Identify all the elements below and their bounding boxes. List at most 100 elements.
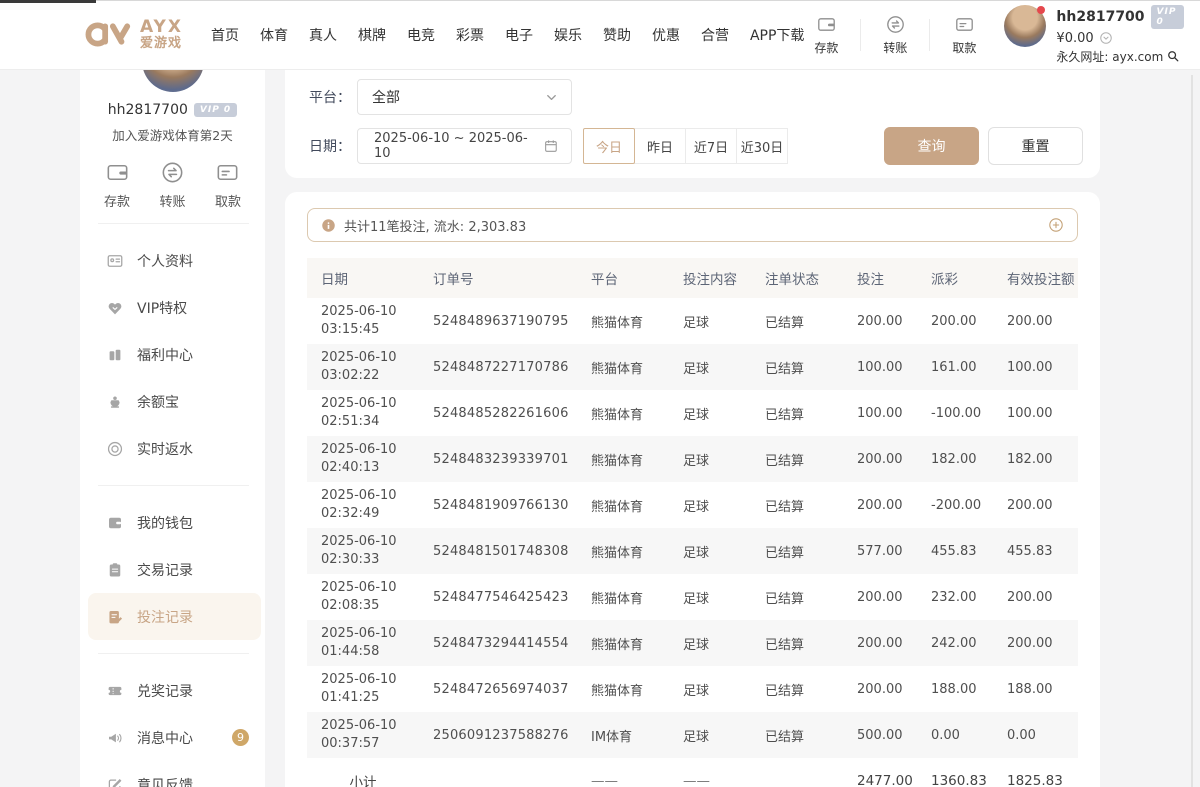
sidebar-item-个人资料[interactable]: 个人资料 <box>80 237 265 284</box>
chevron-down-icon <box>544 90 559 105</box>
nav-item-娱乐[interactable]: 娱乐 <box>554 25 582 45</box>
sidebar-action-转账[interactable]: 转账 <box>159 160 185 210</box>
cell-payout: 161.00 <box>917 360 993 375</box>
sidebar-item-label: 余额宝 <box>137 392 179 412</box>
header-right: 存款转账取款 hh2817700 VIP 0 ¥0.00 <box>804 5 1200 65</box>
filter-panel: 平台： 全部 日期： 2025-06-10 ~ 2025-06-10 今日昨日近… <box>285 70 1100 178</box>
sidebar-action-取款[interactable]: 取款 <box>215 160 241 210</box>
sidebar-wallet-actions: 存款 转账取款 <box>104 160 241 210</box>
welfare-icon <box>106 346 124 364</box>
messages-icon <box>106 729 124 747</box>
expand-icon[interactable] <box>1048 217 1064 233</box>
sidebar-item-余额宝[interactable]: 余额宝 <box>80 378 265 425</box>
sidebar-avatar[interactable] <box>142 70 204 92</box>
action-label: 存款 <box>814 39 838 56</box>
range-button-昨日[interactable]: 昨日 <box>634 128 686 164</box>
nav-item-优惠[interactable]: 优惠 <box>652 25 680 45</box>
main-nav: 首页 体育 真人 棋牌 电竞 彩票 电子 娱乐 赞助 优惠 合营 APP下载 <box>211 25 804 45</box>
cell-status: 已结算 <box>751 496 843 515</box>
action-label: 转账 <box>883 39 907 56</box>
time-line: 02:30:33 <box>321 551 419 569</box>
balance-refresh-icon[interactable] <box>1099 31 1113 45</box>
header-quick-actions: 存款 转账 取款 <box>804 14 986 56</box>
cell-status: 已结算 <box>751 358 843 377</box>
header-action-转账[interactable]: 转账 <box>873 14 917 56</box>
cell-bet: 200.00 <box>843 498 917 513</box>
cell-status: 已结算 <box>751 542 843 561</box>
date-line: 2025-06-10 <box>321 349 419 367</box>
cell-order-number: 5248483239339701 <box>419 452 577 467</box>
cell-payout: -100.00 <box>917 406 993 421</box>
action-label: 存款 <box>104 191 130 210</box>
cell-order-number: 5248472656974037 <box>419 682 577 697</box>
nav-item-电子[interactable]: 电子 <box>505 25 533 45</box>
sidebar-item-label: 消息中心 <box>137 728 193 748</box>
date-line: 2025-06-10 <box>321 441 419 459</box>
sidebar-item-label: 个人资料 <box>137 251 193 271</box>
sidebar-item-兑奖记录[interactable]: 兑奖记录 <box>80 667 265 714</box>
cell-status: 已结算 <box>751 634 843 653</box>
brand-logo[interactable]: AYX 爱游戏 <box>85 19 183 50</box>
nav-item-真人[interactable]: 真人 <box>309 25 337 45</box>
cell-status: 已结算 <box>751 404 843 423</box>
sidebar-item-交易记录[interactable]: 交易记录 <box>80 546 265 593</box>
column-header-平台: 平台 <box>577 268 669 288</box>
divider <box>98 223 249 224</box>
range-button-今日[interactable]: 今日 <box>583 128 635 164</box>
sidebar-action-存款[interactable]: 存款 <box>104 160 130 210</box>
sidebar-item-实时返水[interactable]: 实时返水 <box>80 425 265 472</box>
range-button-近30日[interactable]: 近30日 <box>736 128 788 164</box>
date-line: 2025-06-10 <box>321 395 419 413</box>
sidebar-item-福利中心[interactable]: 福利中心 <box>80 331 265 378</box>
sidebar-item-我的钱包[interactable]: 我的钱包 <box>80 499 265 546</box>
cell-date: 2025-06-1001:41:25 <box>307 671 419 706</box>
yuebao-icon <box>106 393 124 411</box>
calendar-icon[interactable] <box>543 138 559 154</box>
cell-date: 2025-06-1002:08:35 <box>307 579 419 614</box>
header-action-取款[interactable]: 取款 <box>942 14 986 56</box>
nav-item-赞助[interactable]: 赞助 <box>603 25 631 45</box>
nav-item-棋牌[interactable]: 棋牌 <box>358 25 386 45</box>
nav-item-合营[interactable]: 合营 <box>701 25 729 45</box>
search-icon[interactable] <box>1166 49 1180 63</box>
cell-payout: 200.00 <box>917 314 993 329</box>
range-button-近7日[interactable]: 近7日 <box>685 128 737 164</box>
platform-select[interactable]: 全部 <box>357 79 572 115</box>
nav-item-电竞[interactable]: 电竞 <box>407 25 435 45</box>
nav-item-首页[interactable]: 首页 <box>211 25 239 45</box>
feedback-icon <box>106 776 124 787</box>
sidebar-item-VIP特权[interactable]: VIP特权 <box>80 284 265 331</box>
nav-item-体育[interactable]: 体育 <box>260 25 288 45</box>
cell-content: 足球 <box>669 450 751 469</box>
window-top-edge-dark <box>0 0 96 3</box>
cell-bet: 500.00 <box>843 728 917 743</box>
header-action-存款[interactable]: 存款 <box>804 14 848 56</box>
cell-status: 已结算 <box>751 680 843 699</box>
cell-valid-bet: 100.00 <box>993 360 1077 375</box>
date-range-input[interactable]: 2025-06-10 ~ 2025-06-10 <box>357 128 572 164</box>
table-row: 2025-06-1000:37:572506091237588276IM体育足球… <box>307 712 1078 758</box>
column-header-有效投注额: 有效投注额 <box>993 268 1077 288</box>
time-line: 03:15:45 <box>321 321 419 339</box>
sidebar-username: hh2817700 <box>108 102 188 118</box>
divider <box>860 19 861 51</box>
cell-date: 2025-06-1003:02:22 <box>307 349 419 384</box>
sidebar-item-投注记录[interactable]: 投注记录 <box>88 593 261 640</box>
sidebar-item-消息中心[interactable]: 消息中心9 <box>80 714 265 761</box>
cell-date: 2025-06-1002:32:49 <box>307 487 419 522</box>
cell-content: 足球 <box>669 358 751 377</box>
cell-payout: -200.00 <box>917 498 993 513</box>
sidebar-item-意见反馈[interactable]: 意见反馈 <box>80 761 265 787</box>
bet-records-panel: 共计11笔投注, 流水: 2,303.83 日期订单号平台投注内容注单状态投注派… <box>285 192 1100 787</box>
avatar[interactable] <box>1004 5 1046 47</box>
table-row: 2025-06-1002:32:495248481909766130熊猫体育足球… <box>307 482 1078 528</box>
nav-item-APP下载[interactable]: APP下载 <box>750 25 804 45</box>
time-line: 01:41:25 <box>321 689 419 707</box>
cell-order-number: 5248489637190795 <box>419 314 577 329</box>
query-button[interactable]: 查询 <box>884 127 979 165</box>
scrollbar[interactable] <box>1191 75 1193 787</box>
cell-payout: 0.00 <box>917 728 993 743</box>
reset-button[interactable]: 重置 <box>988 127 1083 165</box>
cell-platform: 熊猫体育 <box>577 588 669 607</box>
nav-item-彩票[interactable]: 彩票 <box>456 25 484 45</box>
